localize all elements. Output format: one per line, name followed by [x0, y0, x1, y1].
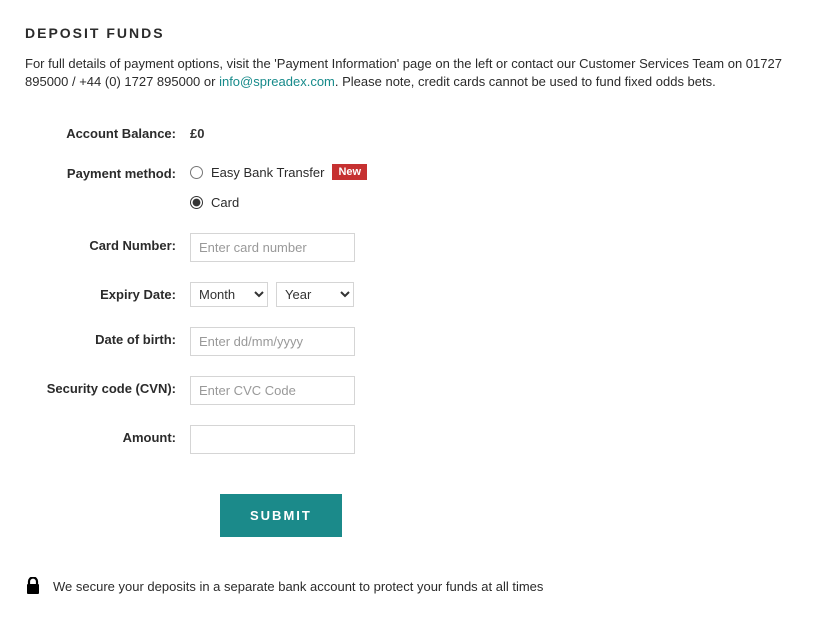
lock-icon — [25, 577, 41, 595]
intro-part2: . Please note, credit cards cannot be us… — [335, 74, 716, 89]
row-card-number: Card Number: — [25, 233, 804, 262]
label-card-number: Card Number: — [25, 233, 190, 253]
dob-input[interactable] — [190, 327, 355, 356]
row-security-code: Security code (CVN): — [25, 376, 804, 405]
cvc-input[interactable] — [190, 376, 355, 405]
row-date-of-birth: Date of birth: — [25, 327, 804, 356]
radio-row-card: Card — [190, 191, 367, 213]
expiry-year-select[interactable]: Year — [276, 282, 354, 307]
label-amount: Amount: — [25, 425, 190, 445]
label-expiry-date: Expiry Date: — [25, 282, 190, 302]
radio-easy-bank-label: Easy Bank Transfer — [211, 165, 324, 180]
card-number-input[interactable] — [190, 233, 355, 262]
row-account-balance: Account Balance: £0 — [25, 121, 804, 141]
radio-easy-bank[interactable] — [190, 166, 203, 179]
row-payment-method: Payment method: Easy Bank Transfer New C… — [25, 161, 804, 213]
label-security-code: Security code (CVN): — [25, 376, 190, 396]
radio-card[interactable] — [190, 196, 203, 209]
secure-text: We secure your deposits in a separate ba… — [53, 579, 543, 594]
label-payment-method: Payment method: — [25, 161, 190, 181]
amount-input[interactable] — [190, 425, 355, 454]
radio-row-easy-bank: Easy Bank Transfer New — [190, 161, 367, 183]
intro-email-link[interactable]: info@spreadex.com — [219, 74, 335, 89]
secure-row: We secure your deposits in a separate ba… — [25, 577, 804, 595]
label-account-balance: Account Balance: — [25, 121, 190, 141]
row-amount: Amount: — [25, 425, 804, 454]
expiry-selects: Month Year — [190, 282, 354, 307]
expiry-month-select[interactable]: Month — [190, 282, 268, 307]
new-badge: New — [332, 164, 367, 180]
radio-card-label: Card — [211, 195, 239, 210]
row-expiry-date: Expiry Date: Month Year — [25, 282, 804, 307]
intro-text: For full details of payment options, vis… — [25, 55, 804, 91]
label-date-of-birth: Date of birth: — [25, 327, 190, 347]
page-heading: DEPOSIT FUNDS — [25, 25, 804, 41]
submit-button[interactable]: SUBMIT — [220, 494, 342, 537]
account-balance-value: £0 — [190, 121, 204, 141]
